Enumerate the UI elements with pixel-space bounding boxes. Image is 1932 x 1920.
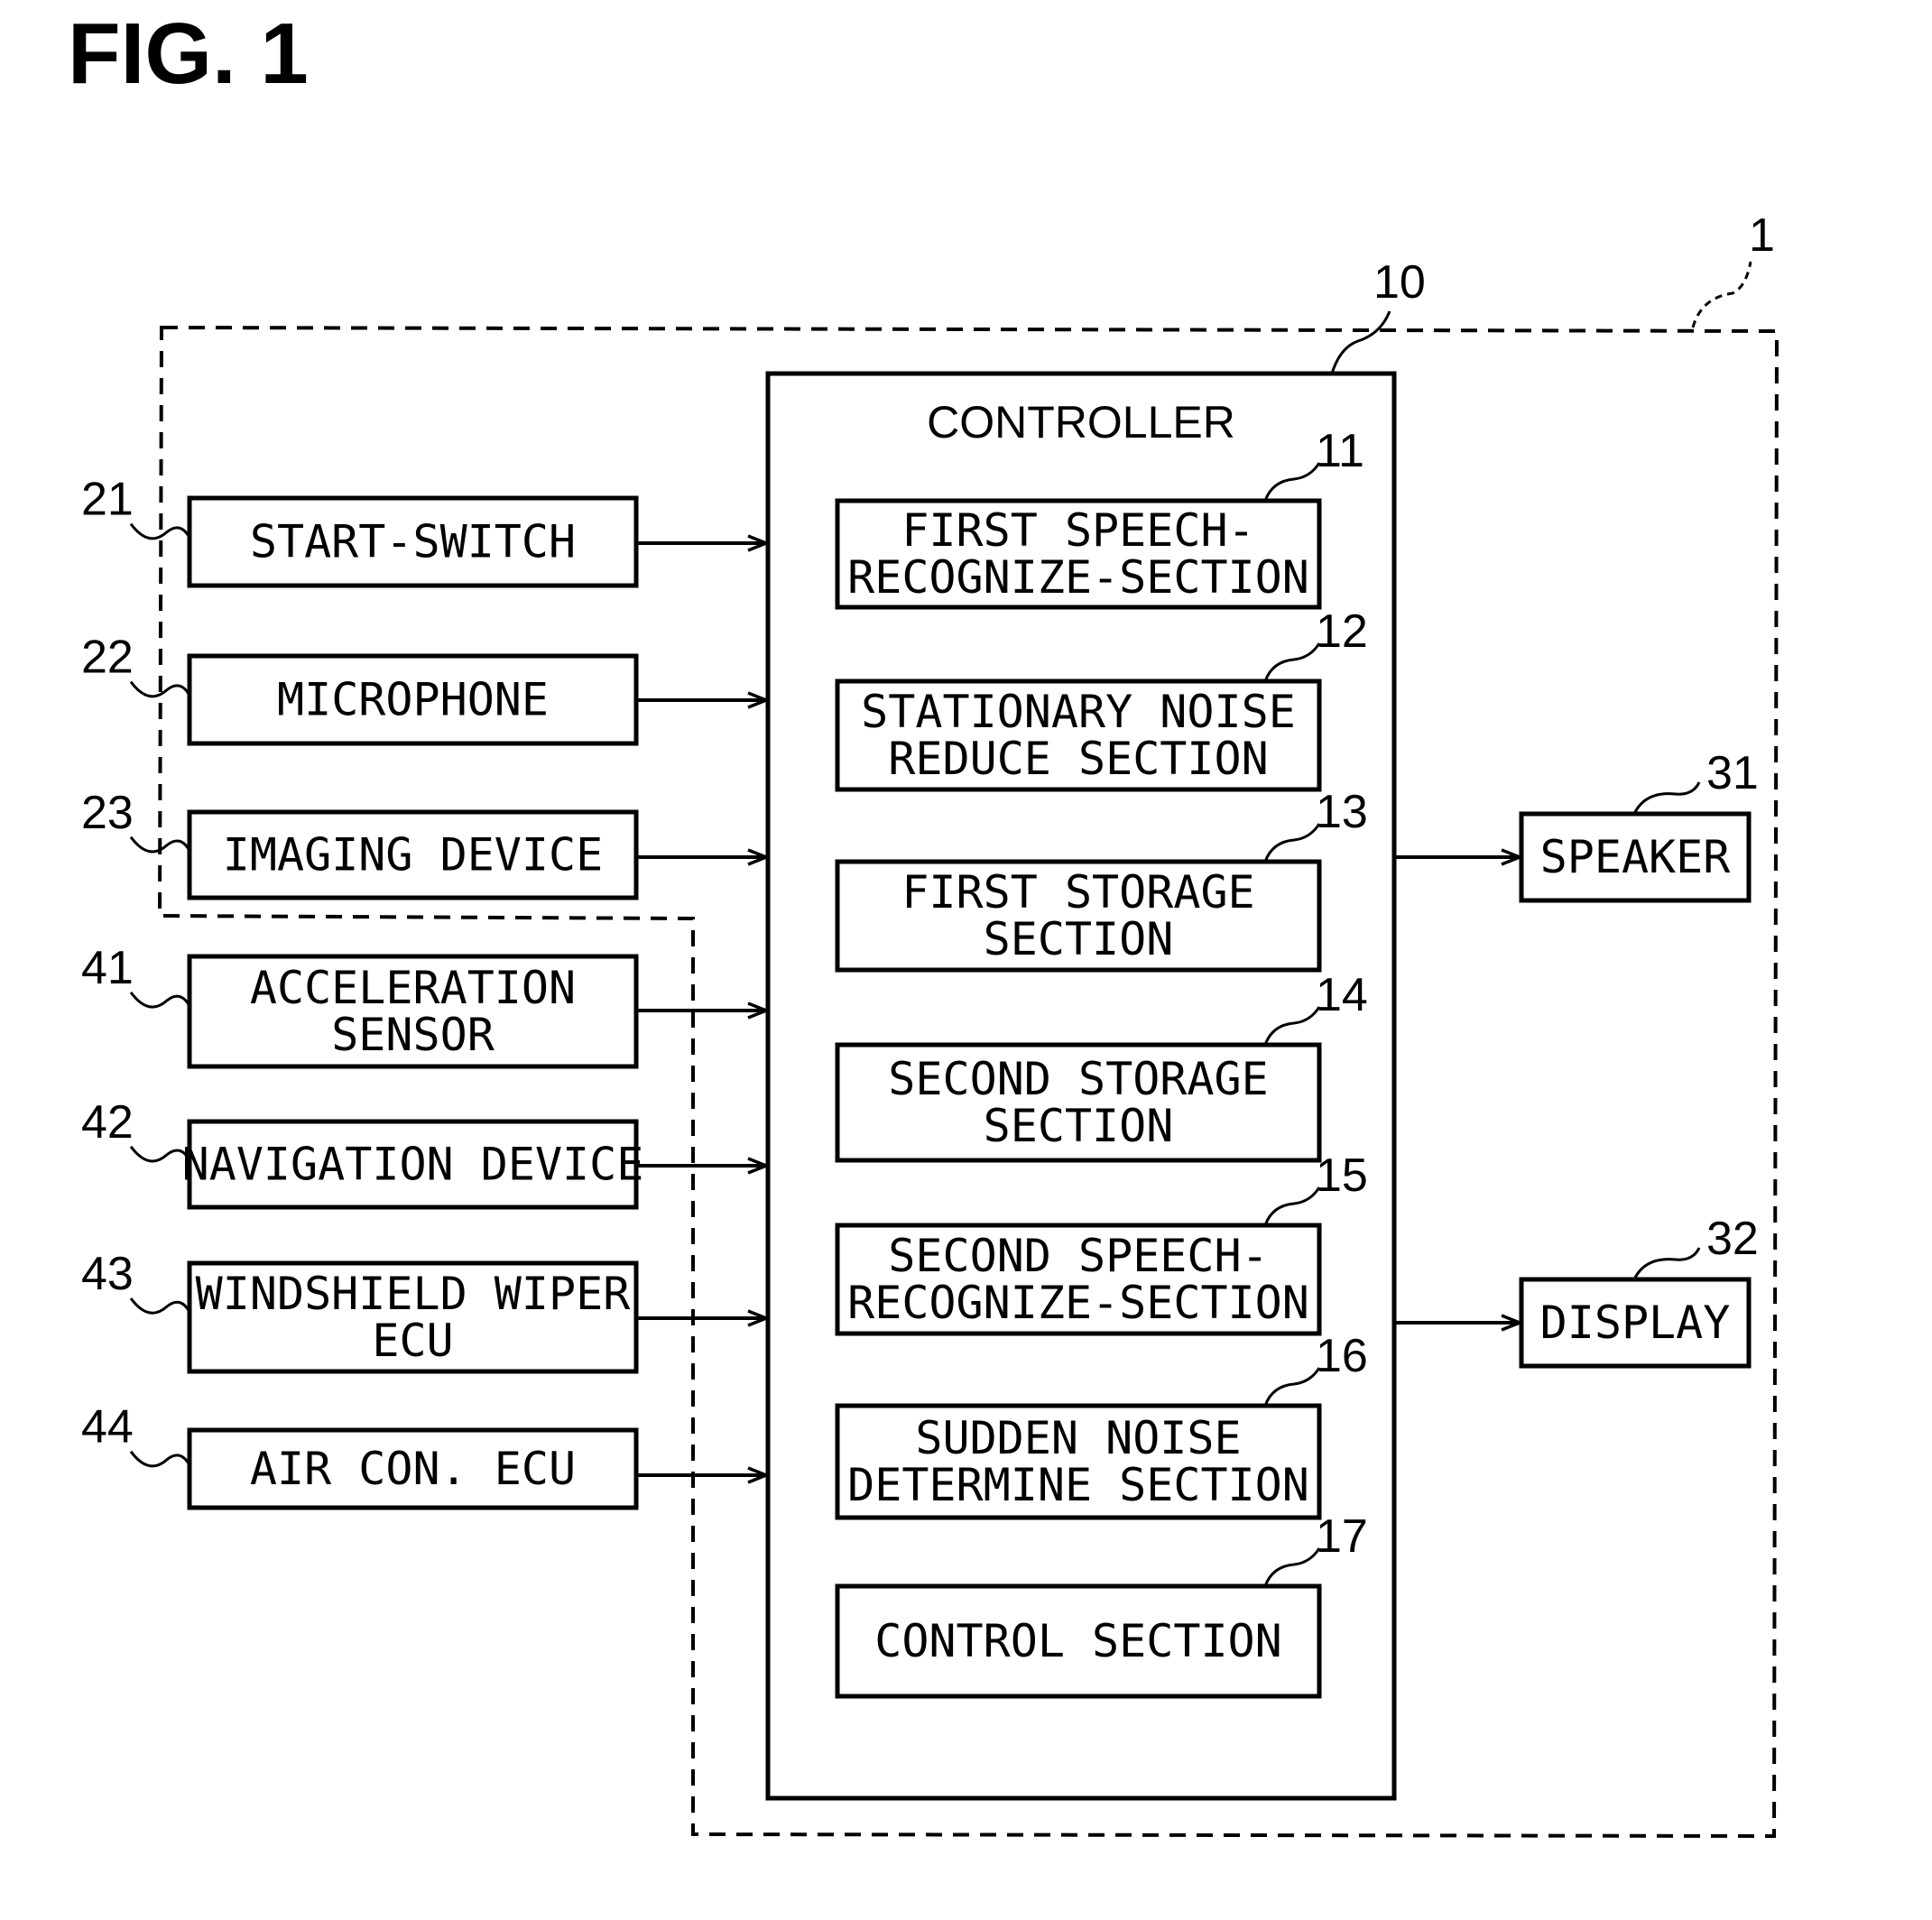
figure-title: FIG. 1: [68, 5, 309, 102]
input-label-line: AIR CON. ECU: [250, 1443, 576, 1495]
controller-ref-leader: [1330, 310, 1391, 374]
input-block-22: MICROPHONE 22: [81, 632, 766, 746]
input-block-42: NAVIGATION DEVICE 42: [81, 1096, 766, 1210]
output-block-31: SPEAKER 31: [1396, 747, 1759, 903]
section-ref: 17: [1316, 1510, 1368, 1563]
section-label-line: SUDDEN NOISE: [915, 1412, 1241, 1464]
input-ref: 23: [81, 787, 134, 839]
output-label-line: SPEAKER: [1540, 831, 1732, 883]
output-block-32: DISPLAY 32: [1396, 1213, 1759, 1369]
output-ref: 31: [1706, 747, 1759, 799]
input-label-line: ACCELERATION: [250, 962, 576, 1014]
section-ref: 14: [1316, 969, 1368, 1021]
section-label-line: SECTION: [984, 1100, 1174, 1152]
input-label-line: START-SWITCH: [250, 516, 576, 568]
section-label-line: DETERMINE SECTION: [847, 1459, 1309, 1511]
section-label-line: FIRST SPEECH-: [901, 504, 1254, 557]
input-label-line: ECU: [372, 1315, 453, 1367]
input-ref: 43: [81, 1248, 134, 1300]
input-ref-leader: [129, 1145, 191, 1163]
section-ref: 12: [1316, 605, 1368, 658]
section-ref: 16: [1316, 1330, 1368, 1382]
input-block-21: START-SWITCH 21: [81, 474, 766, 588]
system-ref: 1: [1749, 209, 1775, 262]
output-label-line: DISPLAY: [1540, 1297, 1731, 1349]
output-ref-leader: [1632, 781, 1701, 815]
controller: CONTROLLER 10 FIRST SPEECH-RECOGNIZE-SEC…: [765, 256, 1426, 1801]
input-label-line: MICROPHONE: [277, 674, 549, 726]
section-label-line: RECOGNIZE-SECTION: [847, 551, 1309, 604]
input-ref-leader: [129, 1450, 191, 1468]
section-label-line: SECOND SPEECH-: [888, 1230, 1268, 1282]
input-ref: 44: [81, 1401, 134, 1454]
input-label-line: WINDSHIELD WIPER: [196, 1268, 632, 1320]
section-ref: 13: [1316, 786, 1368, 838]
input-block-43: WINDSHIELD WIPERECU 43: [81, 1248, 766, 1374]
input-block-44: AIR CON. ECU 44: [81, 1401, 766, 1510]
input-block-23: IMAGING DEVICE 23: [81, 787, 766, 900]
output-ref: 32: [1706, 1213, 1759, 1265]
output-ref-leader: [1632, 1247, 1701, 1280]
section-label-line: REDUCE SECTION: [888, 733, 1268, 785]
input-label-line: NAVIGATION DEVICE: [182, 1139, 644, 1191]
section-ref: 15: [1316, 1149, 1368, 1202]
input-ref-leader: [129, 991, 191, 1009]
section-label-line: SECOND STORAGE: [888, 1053, 1268, 1105]
input-ref: 42: [81, 1096, 134, 1149]
section-ref: 11: [1316, 425, 1364, 477]
controller-title: CONTROLLER: [927, 397, 1235, 448]
block-diagram: FIG. 1 1 CONTROLLER 10 FIRST SPEECH-RECO…: [68, 5, 1779, 1839]
input-ref-leader: [129, 1297, 191, 1315]
input-label-line: SENSOR: [331, 1009, 495, 1061]
input-ref: 22: [81, 632, 134, 684]
system-ref-leader: [1691, 261, 1752, 328]
input-block-41: ACCELERATIONSENSOR 41: [81, 942, 766, 1069]
section-label-line: RECOGNIZE-SECTION: [847, 1277, 1309, 1329]
controller-ref: 10: [1373, 256, 1426, 309]
section-label-line: CONTROL SECTION: [874, 1615, 1282, 1667]
section-label-line: FIRST STORAGE: [901, 866, 1254, 918]
input-label-line: IMAGING DEVICE: [223, 829, 603, 882]
section-label-line: SECTION: [984, 913, 1174, 965]
input-ref: 41: [81, 942, 134, 994]
section-label-line: STATIONARY NOISE: [861, 686, 1296, 738]
input-ref: 21: [81, 474, 134, 526]
